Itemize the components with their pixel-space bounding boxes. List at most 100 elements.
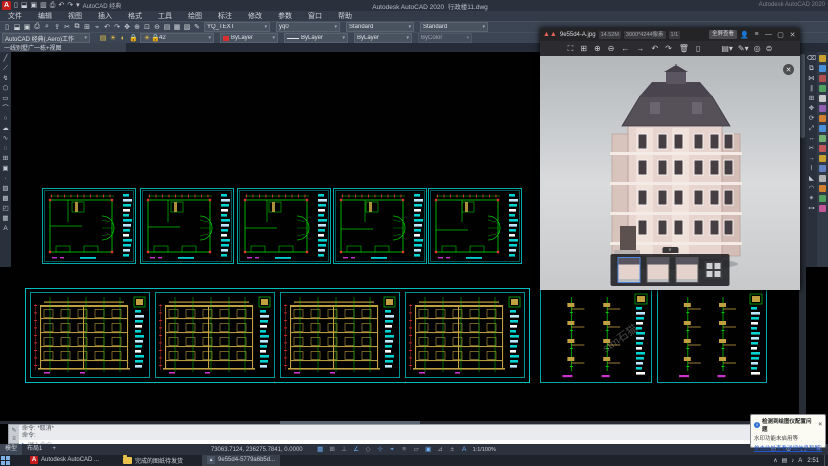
fit-window-icon[interactable]: ⊞ <box>580 44 587 53</box>
properties-icon[interactable]: ▤ <box>163 23 171 31</box>
toggle-annotation-visibility[interactable]: A <box>459 445 470 455</box>
menu-icon[interactable]: ≡ <box>752 31 761 38</box>
tool-icon-10[interactable] <box>819 155 826 162</box>
layer-isolate-icon[interactable]: ◐ <box>119 35 127 42</box>
close-button[interactable]: ✕ <box>788 31 797 39</box>
plot-style-combo[interactable]: ByColor▾ <box>418 33 472 43</box>
chevron-up-icon[interactable]: ∧ <box>773 457 777 464</box>
layer-off-icon[interactable]: ☀ <box>109 34 117 42</box>
tool-icon-3[interactable] <box>819 85 826 92</box>
dim-style-combo[interactable]: yq0▾ <box>276 22 340 32</box>
menu-视图[interactable]: 视图 <box>60 11 90 21</box>
tool-icon-6[interactable] <box>819 115 826 122</box>
more-icon[interactable]: ⊜ <box>766 44 773 53</box>
construction-line-icon[interactable]: ⟋ <box>3 65 8 72</box>
break-icon[interactable]: ⌇ <box>810 165 813 172</box>
toggle-grid[interactable]: ▦ <box>315 445 326 455</box>
arc-icon[interactable]: ⌒ <box>2 105 9 112</box>
toggle-object-snap-tracking[interactable]: ⌖ <box>387 445 398 455</box>
command-window[interactable]: ✎≡ 命令: *取消*命令: ▸ 键入命令 <box>8 424 760 444</box>
network-icon[interactable]: ▤ <box>782 457 788 464</box>
toggle-dynamic-ucs[interactable]: ⊿ <box>435 445 446 455</box>
offset-icon[interactable]: ∥ <box>810 85 813 92</box>
designcenter-icon[interactable]: ▦ <box>173 23 181 31</box>
save-as-icon[interactable]: ▥ <box>40 1 47 10</box>
extend-icon[interactable]: → <box>808 155 815 162</box>
tool-icon-9[interactable] <box>819 145 826 152</box>
spline-icon[interactable]: ∿ <box>3 135 8 142</box>
make-block-icon[interactable]: ▣ <box>2 165 8 172</box>
tool-icon-7[interactable] <box>819 125 826 132</box>
next-icon[interactable]: → <box>636 44 644 53</box>
image-thumbnail-1[interactable] <box>618 257 641 283</box>
tool-icon-4[interactable] <box>819 95 826 102</box>
multileader-style-combo[interactable]: Standard▾ <box>420 22 488 32</box>
input-method-icon[interactable]: A <box>798 458 802 464</box>
menu-修改[interactable]: 修改 <box>240 11 270 21</box>
toggle-ortho[interactable]: ⊥ <box>339 445 350 455</box>
rotate-icon[interactable]: ⟳ <box>809 115 814 122</box>
cut-icon[interactable]: ✂ <box>63 23 71 31</box>
text-style-combo[interactable]: YQ_TEXT▾ <box>204 22 270 32</box>
line-icon[interactable]: ╱ <box>4 55 8 62</box>
toggle-lineweight-display[interactable]: ≡ <box>399 445 410 455</box>
paste-icon[interactable]: ⊞ <box>83 23 91 31</box>
taskbar-clock[interactable]: 2:51 <box>807 458 819 464</box>
polyline-icon[interactable]: ↯ <box>3 75 8 82</box>
toggle-snap-mode[interactable]: ⊞ <box>327 445 338 455</box>
vertical-scrollbar[interactable] <box>799 52 806 421</box>
publish-icon[interactable]: ⇪ <box>53 23 61 31</box>
user-icon[interactable]: 👤 <box>740 31 749 39</box>
annotation-scale[interactable]: 1:1/100% <box>473 447 496 453</box>
rotate-right-icon[interactable]: ↷ <box>665 44 672 53</box>
plot-icon[interactable]: ⎙ <box>50 1 56 10</box>
insert-block-icon[interactable]: ⊞ <box>3 155 8 162</box>
region-icon[interactable]: ◰ <box>2 205 8 212</box>
previous-icon[interactable]: ← <box>621 44 629 53</box>
pan-icon[interactable]: ✥ <box>123 23 131 31</box>
fullscreen-view-button[interactable]: 全屏查看 <box>709 30 737 39</box>
trim-icon[interactable]: ✂ <box>809 145 814 152</box>
beautify-icon[interactable]: ◎ <box>754 44 761 53</box>
image-thumbnail-2[interactable] <box>647 257 670 283</box>
copy-icon[interactable]: ⧉ <box>73 23 81 31</box>
menu-帮助[interactable]: 帮助 <box>330 11 360 21</box>
zoom-previous-icon[interactable]: ⊖ <box>153 23 161 31</box>
notification-link[interactable]: 单击此处查看详细信息和解决方法... <box>754 444 822 452</box>
tool-icon-12[interactable] <box>819 175 826 182</box>
zoom-realtime-icon[interactable]: ⊕ <box>133 23 141 31</box>
stretch-icon[interactable]: ↔ <box>808 135 815 142</box>
tool-icon-5[interactable] <box>819 105 826 112</box>
taskbar-item-folder[interactable]: 完成的图纸待发货 <box>118 455 188 466</box>
tool-icon-13[interactable] <box>819 185 826 192</box>
gradient-icon[interactable]: ▩ <box>2 195 8 202</box>
menu-工具[interactable]: 工具 <box>150 11 180 21</box>
command-window-grip[interactable]: ✎≡ <box>9 425 19 443</box>
undo-icon[interactable]: ↶ <box>58 1 64 10</box>
toggle-transparency[interactable]: ▱ <box>411 445 422 455</box>
taskbar-item-image-viewer[interactable]: ▲9e55d4-5779a6b5d... <box>202 455 280 466</box>
layout-tab-模型[interactable]: 模型 <box>0 444 22 455</box>
image-thumbnail-3[interactable] <box>676 257 699 283</box>
menu-插入[interactable]: 插入 <box>90 11 120 21</box>
ellipse-icon[interactable]: ◌ <box>4 145 8 152</box>
layer-lock-icon[interactable]: 🔒 <box>129 34 137 42</box>
add-layout-tab[interactable]: + <box>47 444 61 455</box>
markup-icon[interactable]: ✎ <box>193 23 201 31</box>
scale-icon[interactable]: ⤢ <box>809 125 814 132</box>
tool-icon-14[interactable] <box>819 195 826 202</box>
menu-编辑[interactable]: 编辑 <box>30 11 60 21</box>
tool-icon-1[interactable] <box>819 65 826 72</box>
view-mode-icon[interactable]: ▤▾ <box>721 44 733 53</box>
menu-窗口[interactable]: 窗口 <box>300 11 330 21</box>
menu-标注[interactable]: 标注 <box>210 11 240 21</box>
revision-cloud-icon[interactable]: ☁ <box>2 125 9 132</box>
table-icon[interactable]: ▦ <box>2 215 8 222</box>
tool-icon-0[interactable] <box>819 55 826 62</box>
color-combo[interactable]: ByLayer▾ <box>220 33 278 43</box>
move-icon[interactable]: ✥ <box>809 105 814 112</box>
taskbar-item-autocad[interactable]: AAutodesk AutoCAD ... <box>25 455 104 466</box>
new-icon[interactable]: ▯ <box>3 23 11 31</box>
zoom-window-icon[interactable]: ⊡ <box>143 23 151 31</box>
rectangle-icon[interactable]: ▭ <box>2 95 8 102</box>
